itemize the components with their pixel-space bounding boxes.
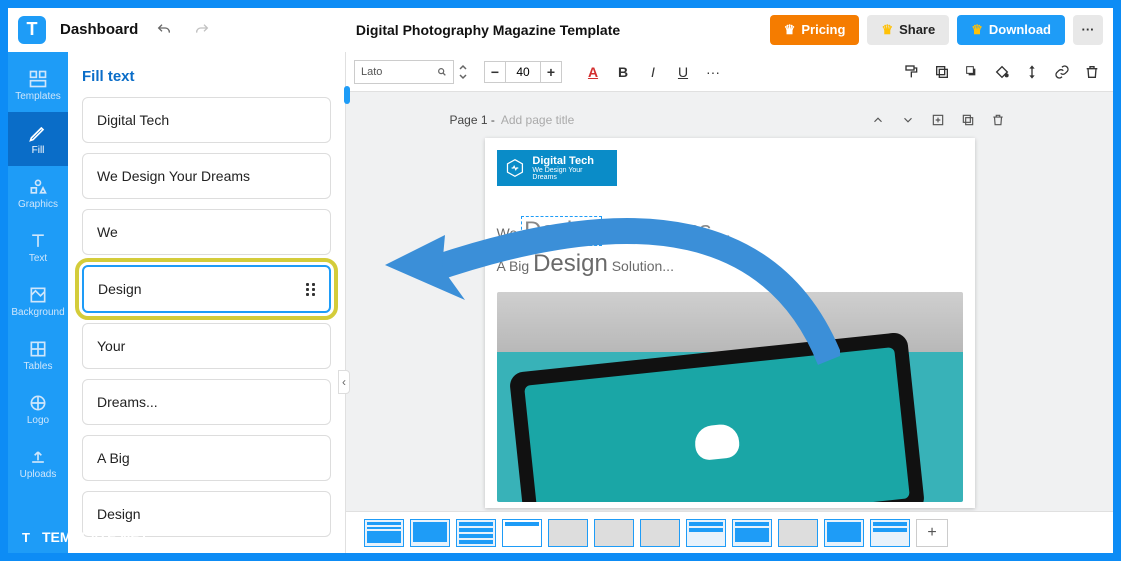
dashboard-link[interactable]: Dashboard xyxy=(60,21,138,38)
pricing-button[interactable]: ♛Pricing xyxy=(770,15,860,45)
canvas-page[interactable]: Digital TechWe Design Your Dreams We Des… xyxy=(485,138,975,508)
font-size-stepper: − 40 + xyxy=(484,61,562,83)
graphics-icon xyxy=(28,177,48,197)
search-icon xyxy=(437,67,447,77)
font-size-value[interactable]: 40 xyxy=(506,61,540,83)
hero-image[interactable] xyxy=(497,292,963,502)
watermark: T TEMPLATE.NET xyxy=(16,527,148,547)
redo-icon[interactable] xyxy=(190,18,214,42)
page-thumb[interactable] xyxy=(686,519,726,547)
fill-item-selected[interactable]: Design xyxy=(82,265,331,313)
pencil-icon xyxy=(28,123,48,143)
more-button[interactable]: ··· xyxy=(1073,15,1103,45)
paint-roller-icon[interactable] xyxy=(899,59,925,85)
download-button[interactable]: ♛Download xyxy=(957,15,1065,45)
nav-fill[interactable]: Fill xyxy=(8,112,68,166)
link-icon[interactable] xyxy=(1049,59,1075,85)
page-thumb[interactable] xyxy=(640,519,680,547)
collapse-down-icon[interactable] xyxy=(896,108,920,132)
page-thumb[interactable] xyxy=(364,519,404,547)
more-format-button[interactable]: ··· xyxy=(700,59,726,85)
copy-icon[interactable] xyxy=(929,59,955,85)
brand-icon xyxy=(505,158,525,178)
templates-icon xyxy=(28,69,48,89)
fill-item[interactable]: A Big xyxy=(82,435,331,481)
page-thumb[interactable] xyxy=(410,519,450,547)
layers-icon[interactable] xyxy=(959,59,985,85)
decrease-button[interactable]: − xyxy=(484,61,506,83)
italic-button[interactable]: I xyxy=(640,59,666,85)
page-thumb[interactable] xyxy=(824,519,864,547)
nav-templates[interactable]: Templates xyxy=(8,58,68,112)
paint-bucket-icon[interactable] xyxy=(989,59,1015,85)
format-toolbar: Lato − 40 + A B I U ··· xyxy=(346,52,1113,92)
page-thumb[interactable] xyxy=(778,519,818,547)
crown-icon: ♛ xyxy=(784,22,796,38)
fill-item[interactable]: Digital Tech xyxy=(82,97,331,143)
app-logo[interactable]: T xyxy=(18,16,46,44)
panel-title: Fill text xyxy=(82,62,331,97)
duplicate-page-icon[interactable] xyxy=(956,108,980,132)
selected-text[interactable]: Design xyxy=(521,216,602,246)
fill-item[interactable]: Your xyxy=(82,323,331,369)
fill-text-panel: Fill text Digital Tech We Design Your Dr… xyxy=(68,52,346,553)
hero-text[interactable]: We Design reams... A Big Design Solution… xyxy=(497,216,963,278)
page-thumb[interactable] xyxy=(502,519,542,547)
drag-handle-icon[interactable] xyxy=(306,283,315,296)
brand-badge[interactable]: Digital TechWe Design Your Dreams xyxy=(497,150,617,186)
crown-icon: ♛ xyxy=(881,22,893,38)
text-icon xyxy=(28,231,48,251)
upload-icon xyxy=(28,447,48,467)
top-bar: T Dashboard Digital Photography Magazine… xyxy=(8,8,1113,52)
arrange-icon[interactable] xyxy=(1019,59,1045,85)
canvas-area: Lato − 40 + A B I U ··· xyxy=(346,52,1113,553)
page-thumb[interactable] xyxy=(456,519,496,547)
tables-icon xyxy=(28,339,48,359)
scrollbar-thumb[interactable] xyxy=(344,86,350,104)
fill-item[interactable]: Dreams... xyxy=(82,379,331,425)
page-thumb[interactable] xyxy=(548,519,588,547)
nav-uploads[interactable]: Uploads xyxy=(8,436,68,490)
fill-item[interactable]: We Design Your Dreams xyxy=(82,153,331,199)
nav-text[interactable]: Text xyxy=(8,220,68,274)
page-thumb[interactable] xyxy=(870,519,910,547)
page-thumbnails: + xyxy=(346,511,1113,553)
stepper-icon[interactable] xyxy=(458,62,468,82)
panel-collapse-handle[interactable]: ‹ xyxy=(338,370,350,394)
page-thumb[interactable] xyxy=(594,519,634,547)
logo-icon xyxy=(28,393,48,413)
nav-graphics[interactable]: Graphics xyxy=(8,166,68,220)
crown-icon: ♛ xyxy=(971,22,983,38)
share-button[interactable]: ♛Share xyxy=(867,15,949,45)
add-page-thumb[interactable]: + xyxy=(916,519,948,547)
page-label: Page 1 - xyxy=(450,113,495,127)
underline-button[interactable]: U xyxy=(670,59,696,85)
document-title[interactable]: Digital Photography Magazine Template xyxy=(356,22,620,38)
add-page-icon[interactable] xyxy=(926,108,950,132)
page-thumb[interactable] xyxy=(732,519,772,547)
nav-background[interactable]: Background xyxy=(8,274,68,328)
page-title-placeholder[interactable]: Add page title xyxy=(501,113,574,127)
bold-button[interactable]: B xyxy=(610,59,636,85)
collapse-up-icon[interactable] xyxy=(866,108,890,132)
nav-logo[interactable]: Logo xyxy=(8,382,68,436)
delete-icon[interactable] xyxy=(1079,59,1105,85)
nav-tables[interactable]: Tables xyxy=(8,328,68,382)
cloud-icon xyxy=(693,423,740,461)
undo-icon[interactable] xyxy=(152,18,176,42)
font-select[interactable]: Lato xyxy=(354,60,454,84)
delete-page-icon[interactable] xyxy=(986,108,1010,132)
text-color-button[interactable]: A xyxy=(580,59,606,85)
watermark-logo: T xyxy=(16,527,36,547)
increase-button[interactable]: + xyxy=(540,61,562,83)
page-header: Page 1 - Add page title xyxy=(450,102,1010,138)
fill-item[interactable]: We xyxy=(82,209,331,255)
background-icon xyxy=(28,285,48,305)
side-nav: Templates Fill Graphics Text Background … xyxy=(8,52,68,553)
